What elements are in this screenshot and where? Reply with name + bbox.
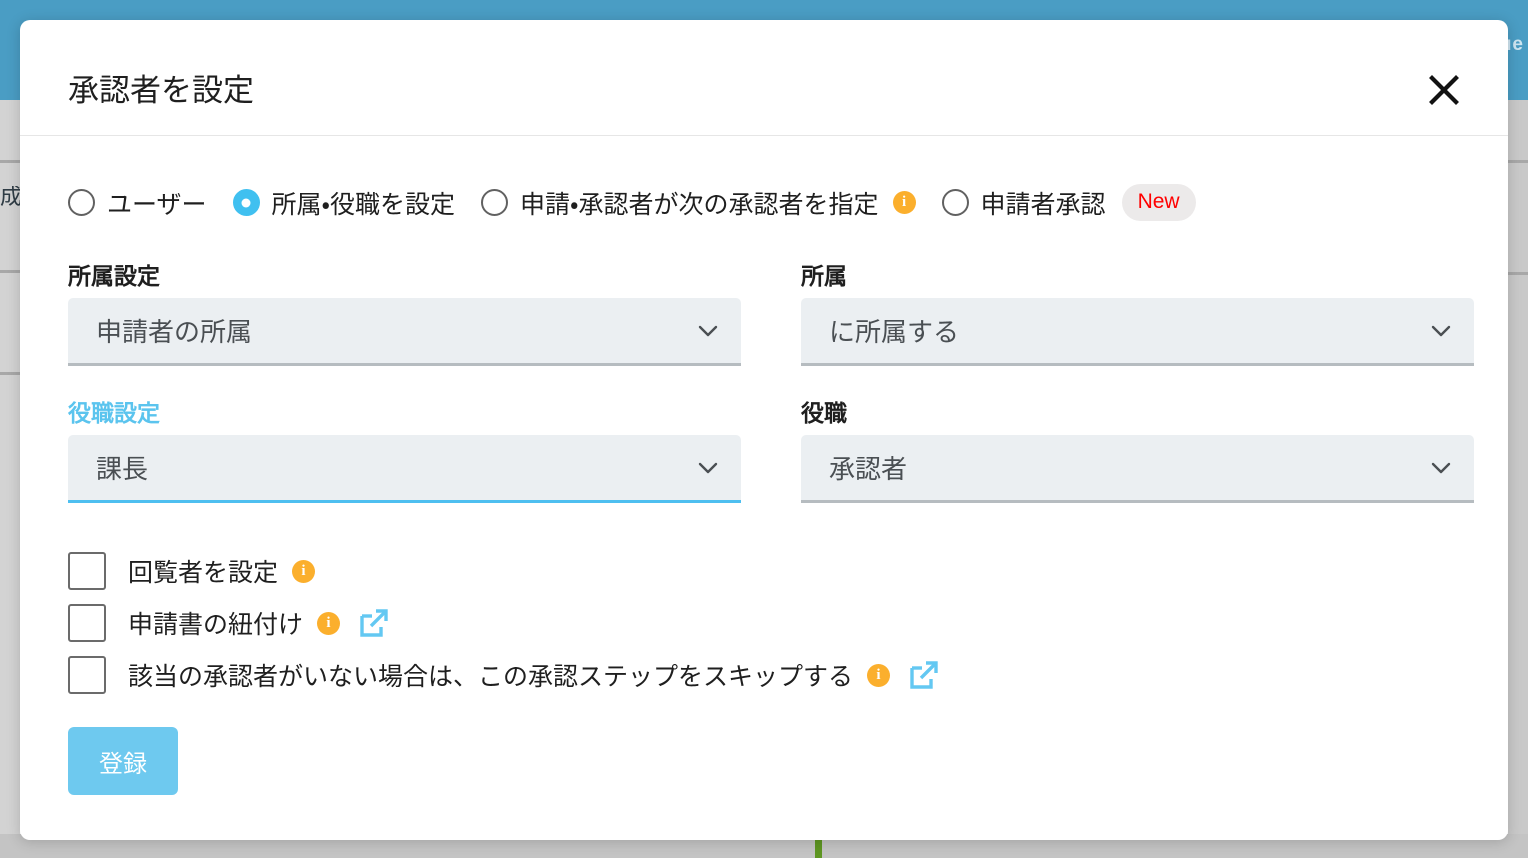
radio-option-user[interactable]: ユーザー (68, 185, 207, 221)
dialog-title: 承認者を設定 (68, 73, 254, 108)
select-value: に所属する (829, 317, 960, 347)
external-link-icon[interactable] (908, 659, 940, 691)
radio-label: 申請者承認 (980, 190, 1106, 219)
radio-option-applicant-approval[interactable]: 申請者承認 New (941, 184, 1196, 221)
field-department: 所属 に所属する (801, 257, 1474, 366)
checkbox-set-viewers[interactable] (68, 552, 106, 590)
checkbox-skip-step[interactable] (68, 656, 106, 694)
radio-circle-icon (941, 189, 969, 216)
grid-gap (741, 394, 801, 503)
chevron-down-icon (1430, 457, 1452, 479)
close-icon[interactable] (1422, 68, 1466, 112)
radio-circle-icon (68, 189, 95, 216)
select-value: 課長 (96, 454, 149, 484)
radio-option-next-approver-designation[interactable]: 申請・承認者が次の承認者を指定 i (481, 185, 916, 221)
position-select[interactable]: 承認者 (801, 435, 1474, 503)
grid-gap (741, 257, 801, 366)
approver-type-radio-group: ユーザー 所属・役職を設定 申請・承認者が次の承認者を指定 i 申請者承認 Ne… (68, 184, 1460, 221)
info-icon[interactable]: i (292, 559, 316, 583)
info-icon[interactable]: i (317, 611, 341, 635)
radio-label: 所属・役職を設定 (271, 190, 456, 219)
set-approver-dialog: 承認者を設定 ユーザー 所属・役職を設定 申請・承認者が次の承認者を指定 i 申… (20, 20, 1508, 840)
checkbox-label: 回覧者を設定 (128, 559, 279, 587)
checkbox-row-set-viewers: 回覧者を設定 i (68, 545, 1460, 597)
dialog-body: ユーザー 所属・役職を設定 申請・承認者が次の承認者を指定 i 申請者承認 Ne… (20, 184, 1508, 795)
field-label: 所属設定 (68, 263, 160, 289)
chevron-down-icon (1430, 320, 1452, 342)
field-label: 役職 (801, 400, 847, 426)
page-root: ue 成 承認者を設定 ユーザー 所属・役職を設定 申請・承認者が次の承認者を指… (0, 0, 1528, 858)
field-label: 所属 (801, 263, 847, 289)
approver-fields-grid: 所属設定 申請者の所属 所属 に所属する 役職設定 課長 役職 承認者 (68, 257, 1474, 503)
select-value: 申請者の所属 (96, 317, 253, 347)
radio-circle-icon (481, 189, 509, 216)
checkbox-row-skip-step: 該当の承認者がいない場合は、この承認ステップをスキップする i (68, 649, 1460, 701)
new-badge: New (1121, 184, 1196, 221)
position-setting-select[interactable]: 課長 (68, 435, 741, 503)
external-link-icon[interactable] (358, 607, 390, 639)
register-button[interactable]: 登録 (68, 727, 178, 795)
field-department-setting: 所属設定 申請者の所属 (68, 257, 741, 366)
checkbox-label: 該当の承認者がいない場合は、この承認ステップをスキップする (128, 663, 854, 691)
options-checkbox-list: 回覧者を設定 i 申請書の紐付け i 該当の承認者がいない場合は、この承認ステッ… (68, 545, 1460, 701)
select-value: 承認者 (829, 454, 908, 484)
checkbox-row-link-application-form: 申請書の紐付け i (68, 597, 1460, 649)
chevron-down-icon (697, 320, 719, 342)
info-icon[interactable]: i (892, 191, 916, 214)
department-setting-select[interactable]: 申請者の所属 (68, 298, 741, 366)
radio-circle-selected-icon (232, 189, 260, 216)
radio-label: 申請・承認者が次の承認者を指定 (520, 190, 879, 219)
field-position-setting: 役職設定 課長 (68, 394, 741, 503)
field-position: 役職 承認者 (801, 394, 1474, 503)
radio-label: ユーザー (107, 190, 207, 219)
checkbox-label: 申請書の紐付け (128, 611, 304, 639)
chevron-down-icon (697, 457, 719, 479)
info-icon[interactable]: i (867, 663, 891, 687)
checkbox-link-application-form[interactable] (68, 604, 106, 642)
department-select[interactable]: に所属する (801, 298, 1474, 366)
field-label: 役職設定 (68, 400, 160, 426)
radio-option-department-position[interactable]: 所属・役職を設定 (232, 185, 456, 221)
dialog-header: 承認者を設定 (20, 20, 1508, 136)
